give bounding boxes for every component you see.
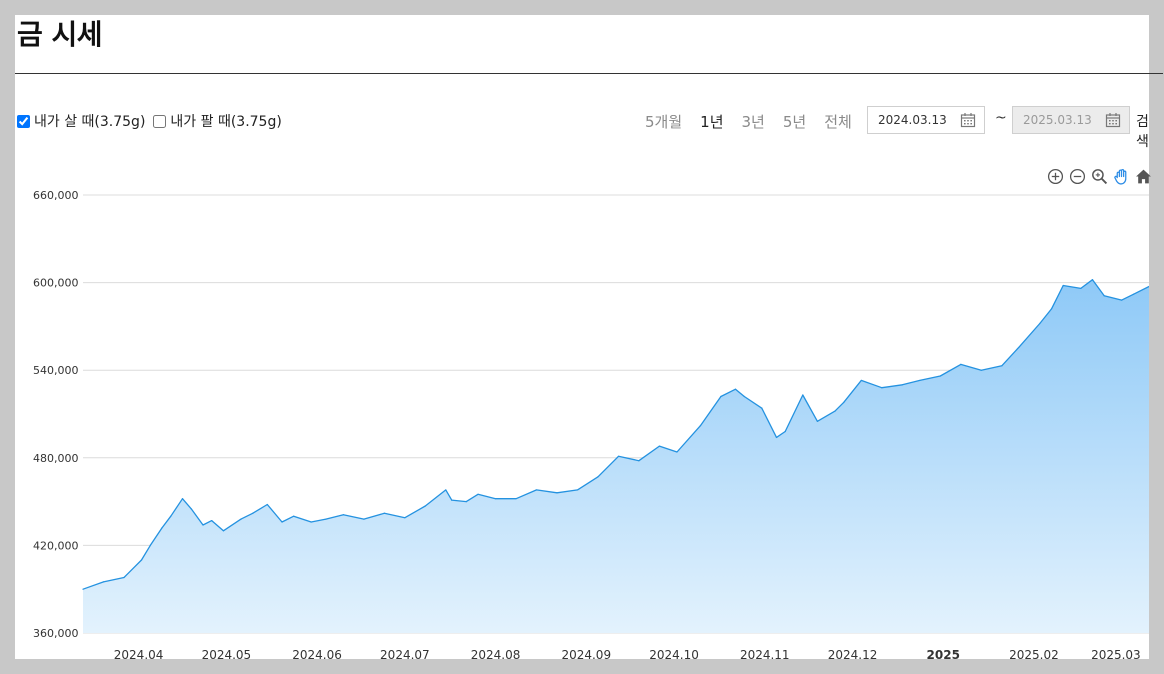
data-point[interactable] (123, 576, 125, 579)
data-point[interactable] (638, 460, 640, 462)
data-point[interactable] (222, 530, 225, 532)
y-tick-label: 600,000 (33, 277, 79, 290)
data-point[interactable] (761, 407, 763, 409)
data-point[interactable] (834, 410, 836, 412)
price-area-fill (83, 279, 1149, 633)
gold-price-panel: 금 시세 내가 살 때(3.75g) 내가 팔 때(3.75g) 5개월 1년 3년… (15, 15, 1163, 659)
data-point[interactable] (901, 384, 903, 386)
x-tick-label: 2025.02 (1009, 648, 1059, 659)
data-point[interactable] (1091, 279, 1094, 281)
data-point[interactable] (445, 489, 447, 491)
data-point[interactable] (170, 515, 172, 517)
data-point[interactable] (1103, 295, 1105, 297)
data-point[interactable] (658, 445, 661, 447)
data-point[interactable] (939, 375, 941, 377)
data-point[interactable] (161, 527, 163, 529)
data-point[interactable] (556, 492, 558, 494)
data-point[interactable] (1062, 284, 1064, 287)
x-tick-label: 2025.03 (1091, 648, 1141, 659)
data-point[interactable] (477, 493, 479, 495)
data-point[interactable] (325, 518, 327, 520)
x-tick-label: 2024.07 (380, 648, 430, 659)
x-tick-label: 2024.10 (649, 648, 699, 659)
data-point[interactable] (734, 388, 737, 390)
data-point[interactable] (515, 498, 517, 500)
data-point[interactable] (881, 387, 883, 389)
data-point[interactable] (451, 499, 453, 501)
x-tick-label: 2024.05 (202, 648, 252, 659)
x-tick-label: 2024.09 (561, 648, 611, 659)
data-point[interactable] (293, 515, 295, 517)
data-point[interactable] (281, 521, 283, 523)
x-tick-label: 2024.12 (828, 648, 878, 659)
data-point[interactable] (1080, 287, 1082, 290)
data-point[interactable] (535, 489, 538, 491)
data-point[interactable] (1039, 322, 1041, 325)
data-point[interactable] (1001, 365, 1003, 367)
data-point[interactable] (860, 379, 862, 382)
data-point[interactable] (676, 451, 678, 453)
x-tick-label: 2024.08 (471, 648, 521, 659)
data-point[interactable] (919, 379, 921, 382)
data-point[interactable] (1121, 299, 1123, 301)
data-point[interactable] (424, 505, 426, 507)
data-point[interactable] (266, 503, 268, 506)
data-point[interactable] (363, 518, 365, 520)
data-point[interactable] (310, 521, 312, 523)
data-point[interactable] (404, 517, 406, 519)
x-tick-label: 2024.11 (740, 648, 790, 659)
data-point[interactable] (211, 519, 213, 522)
data-point[interactable] (1018, 346, 1020, 348)
data-point[interactable] (784, 430, 786, 433)
data-point[interactable] (140, 559, 143, 561)
data-point[interactable] (240, 518, 242, 520)
data-point[interactable] (82, 588, 84, 590)
data-point[interactable] (980, 369, 982, 371)
gold-price-chart: 660,000 600,000 540,000 480,000 420,000 360,0… (33, 189, 1149, 659)
data-point[interactable] (743, 395, 745, 398)
data-point[interactable] (576, 489, 579, 491)
data-point[interactable] (465, 501, 467, 503)
y-tick-label: 660,000 (33, 189, 79, 202)
data-point[interactable] (149, 544, 151, 547)
data-point[interactable] (775, 436, 778, 438)
data-point[interactable] (190, 508, 192, 510)
y-tick-label: 480,000 (33, 452, 79, 465)
data-point[interactable] (617, 455, 620, 457)
data-point[interactable] (383, 512, 385, 514)
data-point[interactable] (597, 476, 599, 478)
data-point[interactable] (960, 363, 962, 365)
data-point[interactable] (802, 394, 804, 396)
x-tick-label: 2024.04 (114, 648, 164, 659)
data-point[interactable] (816, 420, 819, 422)
data-point[interactable] (843, 401, 845, 403)
y-tick-label: 420,000 (33, 539, 79, 552)
data-point[interactable] (181, 498, 184, 500)
x-tick-label: 2024.06 (292, 648, 342, 659)
data-point[interactable] (1050, 308, 1053, 310)
data-point[interactable] (494, 498, 497, 500)
data-point[interactable] (252, 512, 254, 514)
y-tick-label: 360,000 (33, 627, 79, 640)
data-point[interactable] (342, 514, 345, 516)
data-point[interactable] (720, 395, 722, 398)
data-point[interactable] (102, 581, 105, 583)
data-point[interactable] (202, 524, 204, 526)
x-tick-label: 2025 (927, 648, 960, 659)
data-point[interactable] (699, 425, 701, 427)
y-tick-label: 540,000 (33, 364, 79, 377)
data-point[interactable] (1132, 293, 1135, 295)
